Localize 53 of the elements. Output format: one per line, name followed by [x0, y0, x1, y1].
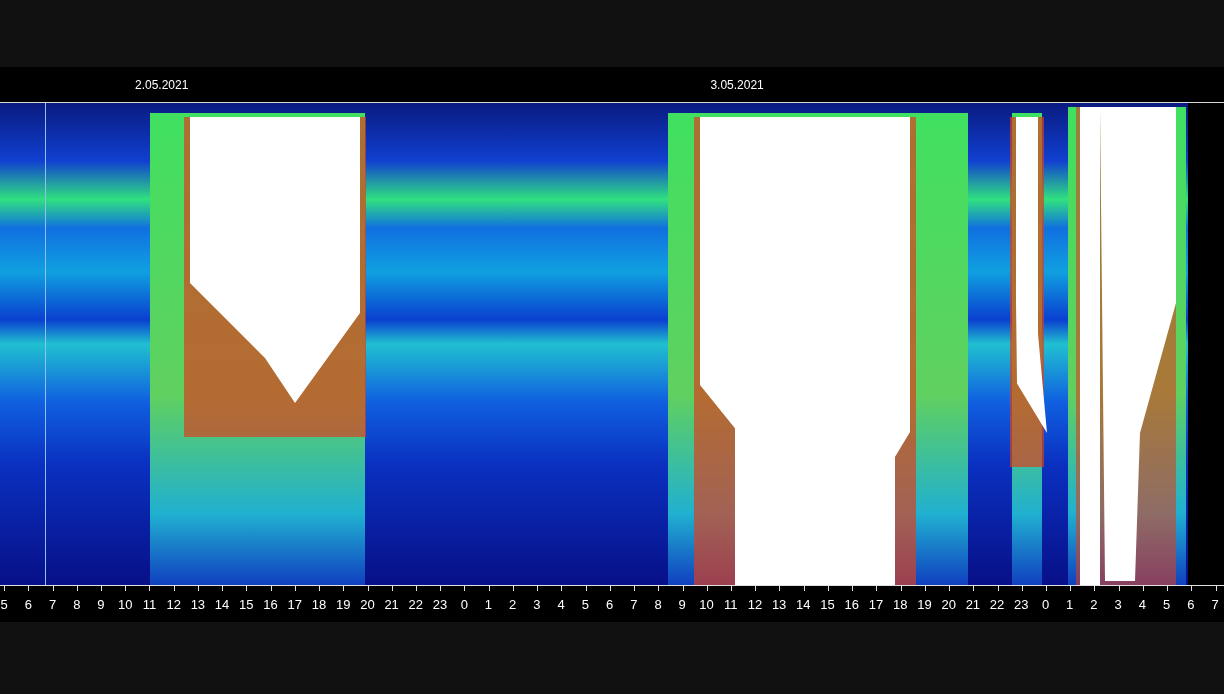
hour-label: 14 [795, 596, 812, 612]
hour-label: 8 [72, 596, 82, 612]
hour-label: 9 [677, 596, 687, 612]
hour-label: 15 [238, 596, 255, 612]
hour-label: 18 [310, 596, 328, 612]
hour-label: 3 [1113, 596, 1123, 612]
hour-label: 23 [431, 596, 449, 612]
hour-label: 2 [1089, 596, 1099, 612]
hour-label: 1 [483, 596, 494, 612]
hour-label: 17 [867, 596, 885, 612]
hour-label: 5 [1162, 596, 1172, 612]
date-label: 3.05.2021 [710, 77, 764, 92]
hour-label: 17 [286, 596, 303, 612]
hour-label: 12 [165, 596, 182, 612]
hour-label: 7 [629, 596, 639, 612]
hour-label: 13 [770, 596, 788, 612]
hour-label: 4 [556, 596, 566, 612]
hour-label: 21 [383, 596, 400, 612]
hour-label: 8 [653, 596, 663, 612]
hour-label: 10 [116, 596, 134, 612]
hour-label: 20 [359, 596, 376, 612]
date-label: 2.05.2021 [135, 77, 189, 92]
hour-label: 2 [508, 596, 518, 612]
hour-label: 16 [262, 596, 279, 612]
hour-label: 11 [722, 596, 739, 612]
hour-label: 6 [1186, 596, 1196, 612]
hour-label: 12 [746, 596, 764, 612]
hour-label: 6 [604, 596, 615, 612]
hour-label: 4 [1137, 596, 1147, 612]
hour-label: 3 [532, 596, 542, 612]
hour-label: 23 [1013, 596, 1030, 612]
hour-label: 15 [819, 596, 836, 612]
hour-label: 0 [459, 596, 469, 612]
hour-label: 22 [988, 596, 1006, 612]
hour-label: 18 [891, 596, 909, 612]
hour-label: 13 [189, 596, 207, 612]
hour-label: 21 [964, 596, 982, 612]
hour-label: 14 [213, 596, 231, 612]
hour-label: 22 [407, 596, 425, 612]
hour-label: 1 [1065, 596, 1075, 612]
hour-label: 7 [1210, 596, 1220, 612]
hour-label: 7 [47, 596, 58, 612]
hour-label: 11 [141, 596, 158, 612]
hour-label: 6 [23, 596, 33, 612]
hour-label: 19 [916, 596, 933, 612]
hour-label: 0 [1040, 596, 1051, 612]
hour-label: 9 [96, 596, 106, 612]
hour-label: 10 [698, 596, 715, 612]
hour-label: 5 [580, 596, 590, 612]
hour-label: 5 [0, 596, 9, 612]
hour-label: 20 [940, 596, 957, 612]
hour-label: 19 [334, 596, 352, 612]
hour-label: 16 [843, 596, 860, 612]
